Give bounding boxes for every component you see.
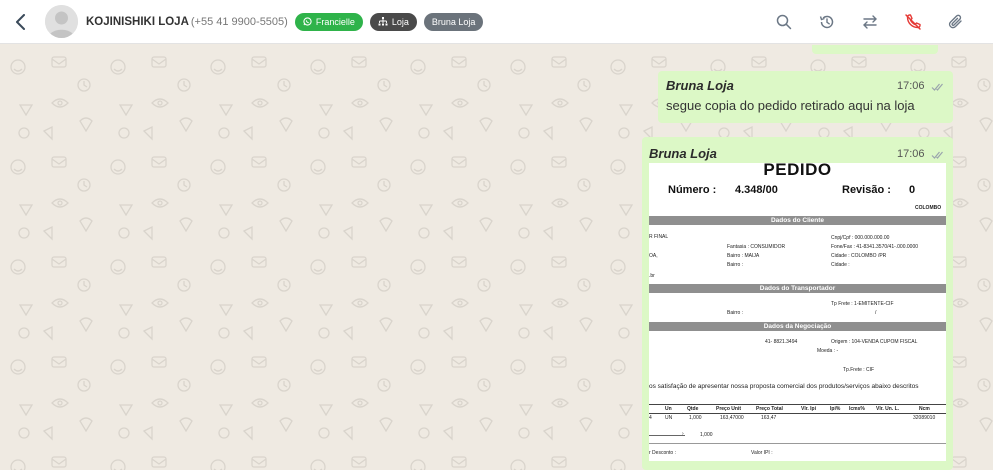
chat-header: KOJINISHIKI LOJA (+55 41 9900-5505) Fran… [0,0,993,44]
avatar[interactable] [45,5,78,38]
tag-francielle[interactable]: Francielle [294,12,363,31]
doc-text: Bairro : [727,262,744,268]
doc-title: PEDIDO [763,163,832,179]
doc-text: Tp.Frete : CIF [843,367,875,373]
doc-arrow-line [649,435,685,436]
tag-label: Bruna Loja [431,16,476,27]
doc-city: COLOMBO [915,205,942,211]
transfer-icon[interactable] [859,11,881,33]
doc-text: Cnpj/Cpf : 000.000.000.00 [831,235,890,241]
back-arrow-icon[interactable] [10,11,32,33]
tag-label: Francielle [315,16,355,27]
read-ticks-icon [931,83,943,91]
message-sender: Bruna Loja [649,146,717,161]
doc-th: Ipi% [830,406,841,412]
doc-th: Vlr. Un. L. [876,406,900,412]
doc-section-negociacao: Dados da Negociação [649,322,946,331]
phone-off-icon[interactable] [902,11,924,33]
doc-cell: 32089010 [913,415,936,421]
tag-label: Loja [391,16,409,27]
doc-text: Bairro : MAIJA [727,253,760,259]
whatsapp-icon [303,17,312,26]
doc-cell: UN [665,415,673,421]
doc-cell: 4 [649,415,652,421]
doc-text: .br [649,273,655,279]
doc-th: Preço Unit [716,406,742,412]
doc-section-transportador: Dados do Transportador [649,284,946,293]
doc-text: R FINAL [649,234,669,240]
doc-numero-value: 4.348/00 [735,184,778,196]
doc-section-cliente: Dados do Cliente [649,216,946,225]
doc-rule [649,413,946,414]
doc-numero-label: Número : [668,184,717,196]
doc-th: Preço Total [756,406,783,412]
message-bubble[interactable]: Bruna Loja 17:06 segue copia do pedido r… [658,71,953,123]
tag-bruna-loja[interactable]: Bruna Loja [423,12,484,31]
doc-revisao-value: 0 [909,184,916,196]
message-sender: Bruna Loja [666,78,734,93]
doc-text: Origem : 104-VENDA CUPOM FISCAL [831,339,918,345]
doc-text: Tp Frete : 1-EMITENTE-CIF [831,301,894,307]
doc-rule [649,404,946,405]
doc-th: Icms% [849,406,865,412]
doc-rule [649,443,946,444]
doc-text: Cidade : COLOMBO /PR [831,253,887,259]
doc-text: Cidade : [831,262,850,268]
sitemap-icon [378,17,388,26]
doc-footer-text: r Desconto : [649,450,676,456]
doc-text: Fantasia : CONSUMIDOR [727,244,786,250]
history-icon[interactable] [816,11,838,33]
doc-total-qtde: 1,000 [700,432,713,438]
doc-text: Fone/Fax : 41-8341.3570/41-.000.0000 [831,244,919,250]
message-time: 17:06 [897,148,925,160]
doc-text: Bairro : [727,310,744,316]
attachment-icon[interactable] [945,11,967,33]
order-document-image[interactable]: PEDIDO Número : 4.348/00 Revisão : 0 COL… [649,163,946,461]
doc-text: 41- 8821.3494 [765,339,798,345]
message-time: 17:06 [897,80,925,92]
doc-cell: 1,000 [689,415,702,421]
read-ticks-icon [931,151,943,159]
chat-area[interactable]: Bruna Loja 17:06 segue copia do pedido r… [0,45,993,470]
doc-th: Ncm [919,406,930,412]
doc-text: / [875,310,877,316]
doc-cell: 163,47 [761,415,777,421]
contact-name: KOJINISHIKI LOJA [86,15,189,28]
doc-cell: 163,47000 [720,415,744,421]
tag-loja[interactable]: Loja [369,12,417,31]
doc-text: Moeda : - [817,348,839,354]
search-icon[interactable] [773,11,795,33]
doc-th: Un [665,406,672,412]
doc-footer-text: Valor IPI : [751,450,773,456]
doc-proposal-text: os satisfação de apresentar nossa propos… [649,383,919,390]
contact-phone: (+55 41 9900-5505) [190,15,288,28]
doc-arrow-head: › [682,431,684,437]
doc-th: Qtde [687,406,699,412]
doc-revisao-label: Revisão : [842,184,891,196]
doc-text: OA, [649,253,658,259]
header-actions [752,0,967,44]
message-bubble-image[interactable]: Bruna Loja 17:06 PEDIDO Número : 4.348/0… [642,137,953,470]
message-text: segue copia do pedido retirado aqui na l… [666,98,915,113]
previous-message-bubble [812,45,938,54]
doc-th: Vlr. Ipi [801,406,817,412]
